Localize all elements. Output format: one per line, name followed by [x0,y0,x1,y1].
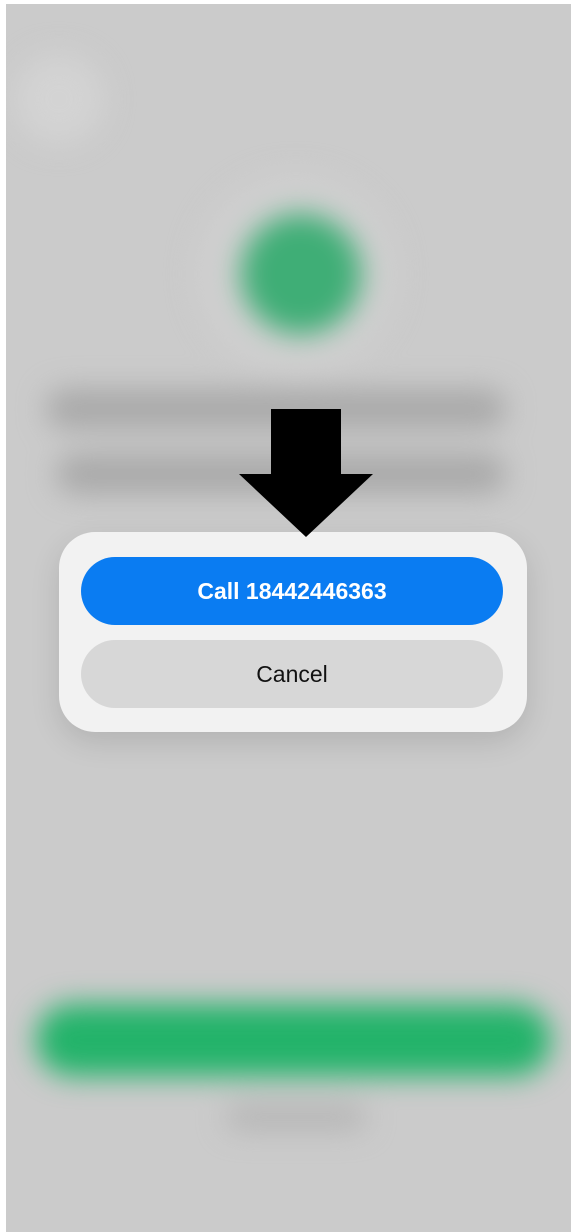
down-arrow-icon [239,409,373,537]
cancel-button[interactable]: Cancel [81,640,503,708]
blurred-avatar [241,214,361,334]
blurred-back-button [14,54,104,144]
call-button[interactable]: Call 18442446363 [81,557,503,625]
blurred-primary-button [36,1004,551,1076]
phone-screen: Call 18442446363 Cancel [6,4,571,1232]
blurred-secondary-link [226,1104,366,1130]
call-action-sheet: Call 18442446363 Cancel [59,532,527,732]
